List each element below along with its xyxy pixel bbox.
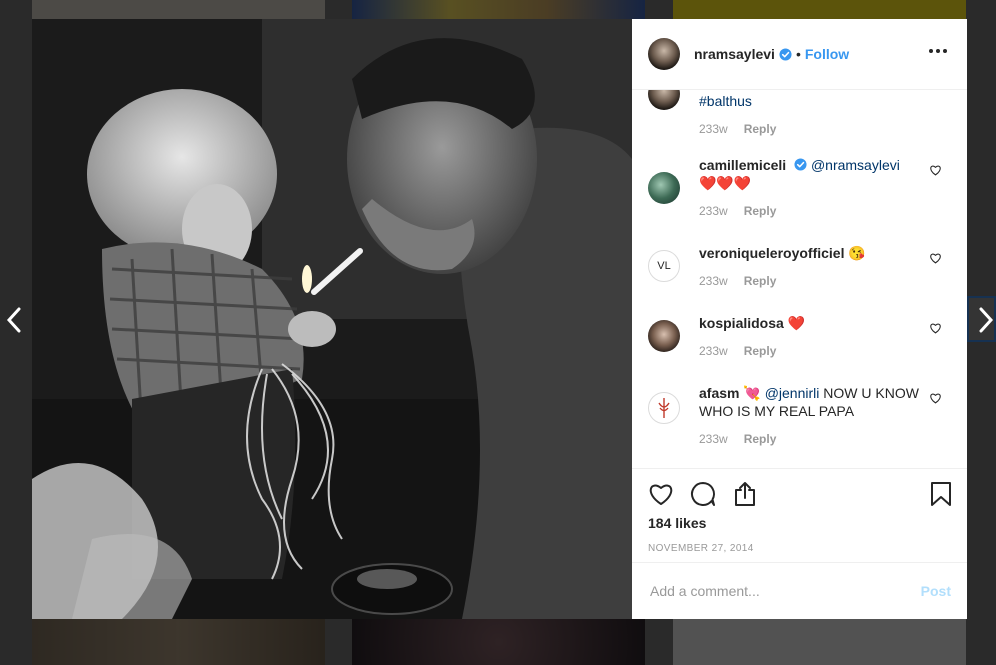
like-comment-heart-icon[interactable] bbox=[929, 322, 942, 334]
reply-button[interactable]: Reply bbox=[744, 122, 777, 136]
post-actions: 184 likes NOVEMBER 27, 2014 bbox=[632, 468, 967, 562]
comment-text: afasm 💘 @jennirli NOW U KNOW WHO IS MY R… bbox=[699, 384, 921, 420]
separator-dot: • bbox=[795, 46, 801, 62]
heart-outline-icon[interactable] bbox=[648, 481, 674, 507]
more-horizontal-icon bbox=[929, 49, 933, 53]
comment-emoji: 💘 bbox=[743, 385, 761, 401]
chevron-left-icon bbox=[6, 307, 21, 333]
comment-meta: 233w Reply bbox=[699, 122, 951, 136]
likes-count[interactable]: 184 likes bbox=[648, 515, 951, 531]
commenter-username[interactable]: afasm bbox=[699, 385, 739, 401]
comment-text: veroniqueleroyofficiel 😘 bbox=[699, 244, 921, 262]
post-details-panel: nramsaylevi • Follow #balthus 233w Reply bbox=[632, 19, 967, 619]
comment-meta: 233w Reply bbox=[699, 204, 951, 218]
reply-button[interactable]: Reply bbox=[744, 274, 777, 288]
speech-bubble-icon[interactable] bbox=[690, 481, 716, 507]
like-comment-heart-icon[interactable] bbox=[929, 392, 942, 404]
share-icon[interactable] bbox=[732, 481, 758, 507]
comment-item: camillemiceli @nramsaylevi ❤️❤️❤️ 233w R… bbox=[648, 156, 951, 218]
comment-item: #balthus 233w Reply bbox=[648, 90, 951, 136]
verified-badge-icon bbox=[794, 158, 807, 171]
commenter-avatar[interactable]: VL bbox=[648, 250, 680, 282]
author-username[interactable]: nramsaylevi bbox=[694, 46, 775, 62]
comment-time[interactable]: 233w bbox=[699, 344, 728, 358]
comment-item: afasm 💘 @jennirli NOW U KNOW WHO IS MY R… bbox=[648, 384, 951, 446]
follow-button[interactable]: Follow bbox=[805, 46, 849, 62]
post-header: nramsaylevi • Follow bbox=[632, 19, 967, 90]
post-comment-button[interactable]: Post bbox=[921, 583, 951, 599]
comments-list[interactable]: #balthus 233w Reply camillemiceli @nrams… bbox=[632, 90, 967, 468]
reply-button[interactable]: Reply bbox=[744, 204, 777, 218]
commenter-username[interactable]: camillemiceli bbox=[699, 157, 786, 173]
comment-emoji: ❤️ bbox=[787, 315, 806, 331]
like-comment-heart-icon[interactable] bbox=[929, 164, 942, 176]
comment-item: kospialidosa ❤️ 233w Reply bbox=[648, 314, 951, 358]
comment-time[interactable]: 233w bbox=[699, 432, 728, 446]
post-photo[interactable] bbox=[32, 19, 632, 619]
previous-post-button[interactable] bbox=[0, 305, 28, 335]
comment-text: kospialidosa ❤️ bbox=[699, 314, 921, 332]
add-comment-form: Post bbox=[632, 562, 967, 619]
comment-meta: 233w Reply bbox=[699, 274, 951, 288]
next-post-button[interactable] bbox=[972, 305, 996, 335]
bookmark-icon[interactable] bbox=[929, 481, 953, 507]
comment-input[interactable] bbox=[648, 582, 921, 600]
comment-emoji: ❤️❤️❤️ bbox=[699, 175, 752, 191]
mention-link[interactable]: @nramsaylevi bbox=[811, 157, 900, 173]
mention-link[interactable]: @jennirli bbox=[765, 385, 820, 401]
reply-button[interactable]: Reply bbox=[744, 432, 777, 446]
post-modal: nramsaylevi • Follow #balthus 233w Reply bbox=[32, 19, 967, 619]
commenter-username[interactable]: kospialidosa bbox=[699, 315, 784, 331]
comment-time[interactable]: 233w bbox=[699, 204, 728, 218]
commenter-avatar[interactable] bbox=[648, 392, 680, 424]
comment-text: #balthus bbox=[699, 90, 921, 110]
more-dot bbox=[936, 49, 940, 53]
commenter-avatar[interactable] bbox=[648, 172, 680, 204]
photo-illustration bbox=[32, 19, 632, 619]
more-options-button[interactable] bbox=[925, 45, 951, 57]
chevron-right-icon bbox=[979, 307, 994, 333]
comment-text: camillemiceli @nramsaylevi ❤️❤️❤️ bbox=[699, 156, 921, 192]
verified-badge-icon bbox=[779, 47, 792, 61]
more-dot bbox=[943, 49, 947, 53]
logo-icon bbox=[658, 398, 670, 418]
like-comment-heart-icon[interactable] bbox=[929, 252, 942, 264]
comment-time[interactable]: 233w bbox=[699, 122, 728, 136]
author-avatar[interactable] bbox=[648, 38, 680, 70]
commenter-username[interactable]: veroniqueleroyofficiel bbox=[699, 245, 844, 261]
action-icons bbox=[648, 469, 951, 507]
comment-meta: 233w Reply bbox=[699, 344, 951, 358]
comment-time[interactable]: 233w bbox=[699, 274, 728, 288]
commenter-avatar[interactable] bbox=[648, 90, 680, 110]
comment-item: VL veroniqueleroyofficiel 😘 233w Reply bbox=[648, 244, 951, 288]
post-date[interactable]: NOVEMBER 27, 2014 bbox=[648, 543, 951, 554]
hashtag-link[interactable]: #balthus bbox=[699, 93, 752, 109]
comment-emoji: 😘 bbox=[848, 245, 866, 261]
commenter-avatar[interactable] bbox=[648, 320, 680, 352]
comment-meta: 233w Reply bbox=[699, 432, 951, 446]
reply-button[interactable]: Reply bbox=[744, 344, 777, 358]
